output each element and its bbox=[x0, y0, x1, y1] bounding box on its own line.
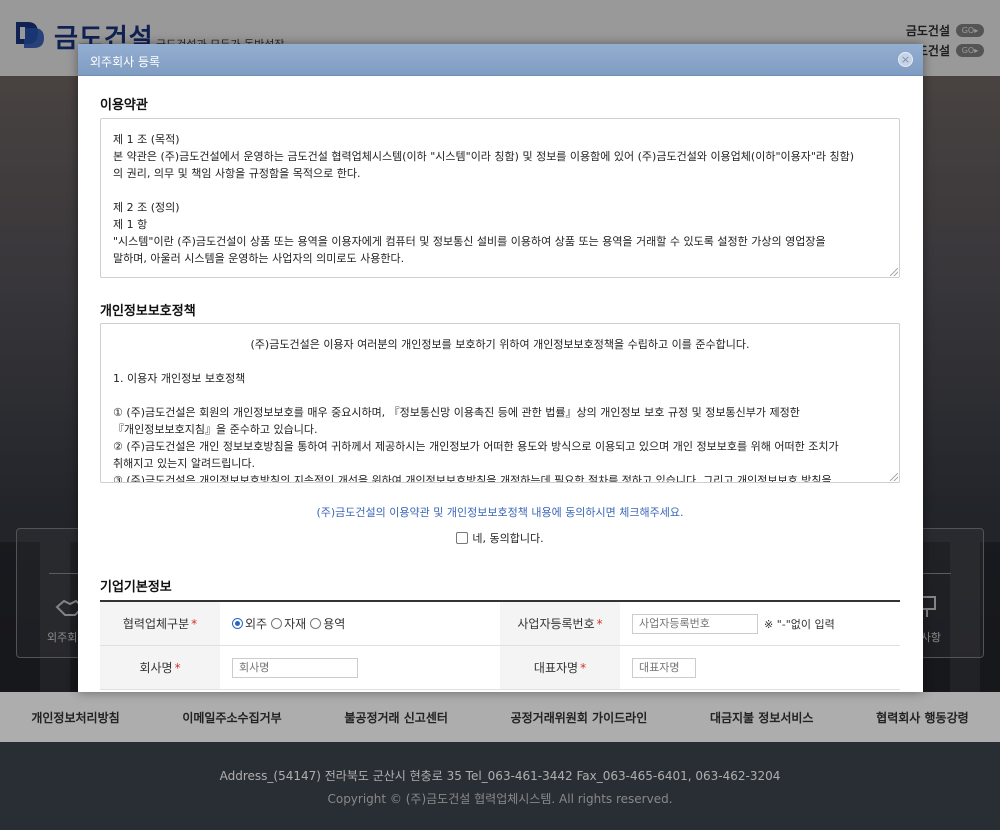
text-line: 본 약관은 (주)금도건설에서 운영하는 금도건설 협력업체시스템(이하 "시스… bbox=[113, 150, 855, 163]
radio-material[interactable] bbox=[271, 618, 283, 629]
text-line: ③ (주)금도건설은 개인정보보호방침의 지속적인 개선을 위하여 개인정보보호… bbox=[113, 474, 832, 483]
radio-label-material[interactable]: 자재 bbox=[284, 615, 306, 632]
modal-header: 외주회사 등록 × bbox=[78, 44, 923, 76]
ceo-name-label: 대표자명 * bbox=[500, 646, 620, 689]
text-line: 말하며, 아울러 시스템을 운영하는 사업자의 의미로도 사용한다. bbox=[113, 252, 405, 265]
text-line: 『개인정보보호지침』을 준수하고 있습니다. bbox=[113, 423, 318, 436]
company-name-input[interactable] bbox=[232, 657, 358, 678]
company-name-cell bbox=[220, 646, 500, 689]
biz-no-hint: ※ "-"없이 입력 bbox=[764, 617, 835, 631]
text-line: ② (주)금도건설은 개인 정보보호방침을 통하여 귀하께서 제공하시는 개인정… bbox=[113, 440, 839, 453]
text-line: 제 1 항 bbox=[113, 218, 148, 231]
text-line: 의 권리, 의무 및 책임 사항을 규정함을 목적으로 한다. bbox=[113, 167, 361, 180]
register-subcontractor-modal: 외주회사 등록 × 이용약관 제 1 조 (목적) 본 약관은 (주)금도건설에서… bbox=[78, 44, 923, 692]
agree-checkbox-label[interactable]: 네, 동의합니다. bbox=[472, 530, 543, 546]
company-name-label: 회사명 * bbox=[100, 646, 220, 689]
text-line bbox=[113, 182, 887, 199]
terms-textarea[interactable]: 제 1 조 (목적) 본 약관은 (주)금도건설에서 운영하는 금도건설 협력업체… bbox=[100, 118, 900, 278]
privacy-intro: (주)금도건설은 이용자 여러분의 개인정보를 보호하기 위하여 개인정보보호정… bbox=[250, 338, 750, 351]
modal-backdrop-lower[interactable] bbox=[0, 692, 1000, 830]
text-line: 1. 이용자 개인정보 보호정책 bbox=[113, 372, 246, 385]
modal-body[interactable]: 이용약관 제 1 조 (목적) 본 약관은 (주)금도건설에서 운영하는 금도건설… bbox=[100, 76, 900, 692]
privacy-title: 개인정보보호정책 bbox=[100, 304, 196, 319]
required-mark: * bbox=[580, 660, 587, 675]
text-line bbox=[113, 387, 887, 404]
ceo-name-input[interactable] bbox=[632, 657, 696, 678]
radio-label-service[interactable]: 용역 bbox=[323, 615, 345, 632]
radio-label-outsourcing[interactable]: 외주 bbox=[245, 615, 267, 632]
table-row: 협력업체구분* 외주 자재 용역 사업자등록번호* ※ "-"없이 입력 bbox=[100, 602, 900, 646]
biz-no-label: 사업자등록번호 * bbox=[500, 602, 620, 645]
company-info-table: 협력업체구분* 외주 자재 용역 사업자등록번호* ※ "-"없이 입력 회사명… bbox=[100, 600, 900, 690]
radio-service[interactable] bbox=[310, 618, 322, 629]
radio-outsourcing[interactable] bbox=[232, 618, 243, 629]
ceo-name-cell bbox=[620, 646, 900, 689]
agree-checkbox[interactable] bbox=[456, 532, 469, 544]
agree-checkbox-row[interactable]: 네, 동의합니다. bbox=[100, 530, 900, 546]
privacy-textarea[interactable]: (주)금도건설은 이용자 여러분의 개인정보를 보호하기 위하여 개인정보보호정… bbox=[100, 323, 900, 483]
required-mark: * bbox=[596, 616, 603, 631]
text-line: 취해지고 있는지 알려드립니다. bbox=[113, 457, 256, 470]
modal-title: 외주회사 등록 bbox=[90, 55, 161, 69]
text-line: "시스템"이란 (주)금도건설이 상품 또는 용역을 이용자에게 컴퓨터 및 정… bbox=[113, 235, 826, 248]
biz-no-input[interactable] bbox=[632, 613, 758, 634]
terms-title: 이용약관 bbox=[100, 98, 148, 113]
table-row: 회사명* 대표자명* bbox=[100, 646, 900, 690]
agree-notice: (주)금도건설의 이용약관 및 개인정보보호정책 내용에 동의하시면 체크해주세… bbox=[316, 506, 684, 519]
text-line: 제 1 조 (목적) bbox=[113, 133, 180, 146]
text-line: ① (주)금도건설은 회원의 개인정보보호를 매우 중요시하며, 『정보통신망 … bbox=[113, 406, 800, 419]
company-type-options: 외주 자재 용역 bbox=[220, 602, 500, 645]
resize-handle-icon[interactable] bbox=[890, 473, 898, 481]
company-info-title: 기업기본정보 bbox=[100, 580, 172, 595]
resize-handle-icon[interactable] bbox=[890, 268, 898, 276]
close-icon[interactable]: × bbox=[898, 52, 913, 67]
text-line bbox=[113, 353, 887, 370]
required-mark: * bbox=[191, 616, 198, 631]
required-mark: * bbox=[174, 660, 181, 675]
biz-no-cell: ※ "-"없이 입력 bbox=[620, 602, 900, 645]
text-line: 제 2 조 (정의) bbox=[113, 201, 180, 214]
company-type-label: 협력업체구분 * bbox=[100, 602, 220, 645]
